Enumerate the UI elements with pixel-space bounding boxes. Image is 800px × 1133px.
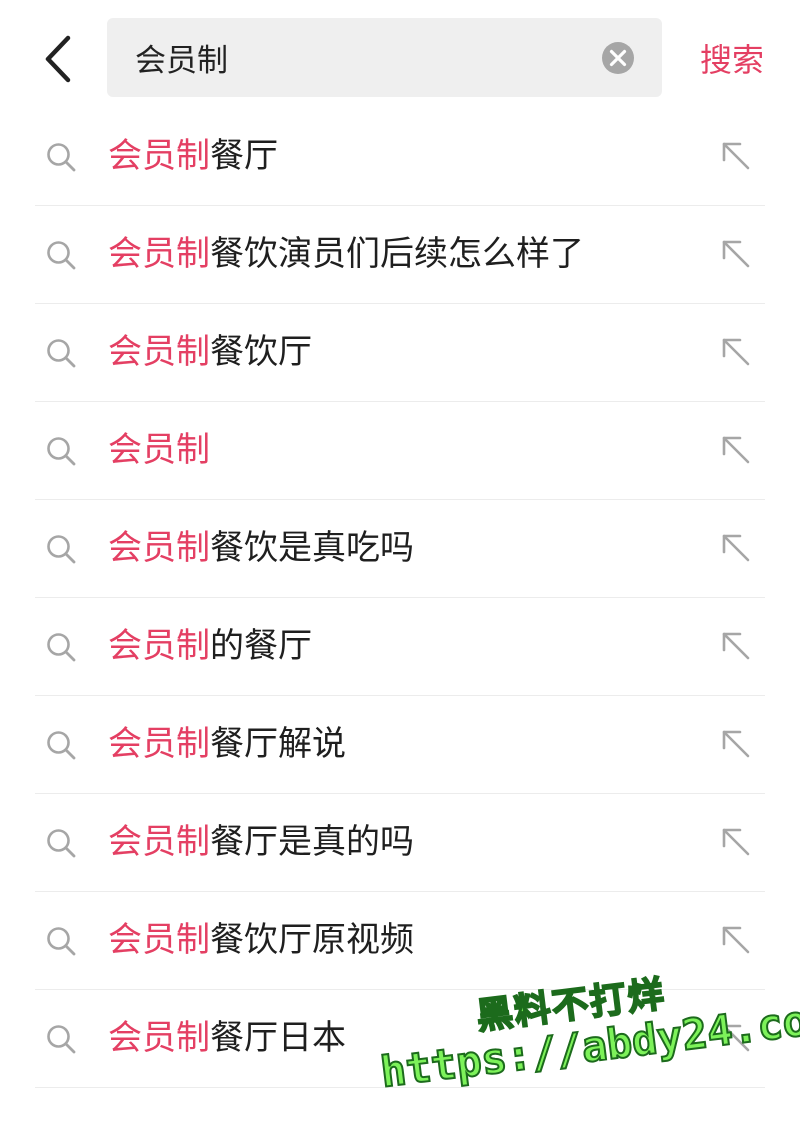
suggestion-item[interactable]: 会员制餐饮厅原视频 — [35, 892, 765, 990]
suggestion-text: 会员制餐厅解说 — [108, 696, 346, 793]
suggestion-text: 会员制餐厅日本 — [108, 990, 346, 1087]
suggestion-item[interactable]: 会员制餐厅 — [35, 108, 765, 206]
suggestion-item[interactable]: 会员制餐厅日本 — [35, 990, 765, 1088]
arrow-up-left-icon[interactable] — [718, 922, 754, 958]
suggestion-item[interactable]: 会员制餐饮演员们后续怎么样了 — [35, 206, 765, 304]
arrow-up-left-icon[interactable] — [718, 334, 754, 370]
search-submit-button[interactable]: 搜索 — [690, 30, 774, 86]
suggestion-rest: 餐饮厅原视频 — [210, 920, 414, 960]
suggestion-item[interactable]: 会员制餐厅解说 — [35, 696, 765, 794]
suggestion-item[interactable]: 会员制餐饮是真吃吗 — [35, 500, 765, 598]
arrow-up-left-icon[interactable] — [718, 1020, 754, 1056]
suggestion-rest: 餐厅解说 — [210, 724, 346, 764]
chevron-left-icon — [45, 35, 71, 83]
suggestion-highlight: 会员制 — [108, 332, 210, 372]
suggestion-list: 会员制餐厅 会员制餐饮演员们后续怎么样了 会员制餐饮厅 会员制 会员制餐饮是真吃吗 会员制… — [35, 108, 765, 1088]
suggestion-rest: 的餐厅 — [210, 626, 312, 666]
suggestion-highlight: 会员制 — [108, 528, 210, 568]
search-icon — [47, 339, 76, 368]
suggestion-highlight: 会员制 — [108, 1018, 210, 1058]
back-button[interactable] — [30, 28, 86, 90]
arrow-up-left-icon[interactable] — [718, 138, 754, 174]
suggestion-item[interactable]: 会员制餐厅是真的吗 — [35, 794, 765, 892]
clear-button[interactable] — [600, 40, 636, 76]
suggestion-text: 会员制餐饮是真吃吗 — [108, 500, 414, 597]
suggestion-highlight: 会员制 — [108, 234, 210, 274]
suggestion-rest: 餐厅日本 — [210, 1018, 346, 1058]
search-icon — [47, 143, 76, 172]
suggestion-highlight: 会员制 — [108, 136, 210, 176]
suggestion-text: 会员制餐饮厅原视频 — [108, 892, 414, 989]
suggestion-highlight: 会员制 — [108, 822, 210, 862]
suggestion-rest: 餐饮是真吃吗 — [210, 528, 414, 568]
suggestion-text: 会员制餐厅是真的吗 — [108, 794, 414, 891]
suggestion-text: 会员制 — [108, 402, 210, 499]
suggestion-text: 会员制的餐厅 — [108, 598, 312, 695]
suggestion-item[interactable]: 会员制的餐厅 — [35, 598, 765, 696]
suggestion-highlight: 会员制 — [108, 724, 210, 764]
suggestion-text: 会员制餐饮演员们后续怎么样了 — [108, 206, 584, 303]
search-icon — [47, 829, 76, 858]
arrow-up-left-icon[interactable] — [718, 236, 754, 272]
suggestion-text: 会员制餐厅 — [108, 108, 278, 205]
suggestion-text: 会员制餐饮厅 — [108, 304, 312, 401]
suggestion-highlight: 会员制 — [108, 626, 210, 666]
search-icon — [47, 731, 76, 760]
suggestion-item[interactable]: 会员制餐饮厅 — [35, 304, 765, 402]
clear-circle-icon — [602, 42, 634, 74]
suggestion-rest: 餐厅是真的吗 — [210, 822, 414, 862]
arrow-up-left-icon[interactable] — [718, 726, 754, 762]
search-icon — [47, 1025, 76, 1054]
suggestion-highlight: 会员制 — [108, 920, 210, 960]
search-icon — [47, 927, 76, 956]
suggestion-highlight: 会员制 — [108, 430, 210, 470]
search-box — [107, 18, 662, 97]
arrow-up-left-icon[interactable] — [718, 628, 754, 664]
arrow-up-left-icon[interactable] — [718, 432, 754, 468]
search-input[interactable] — [135, 18, 590, 97]
arrow-up-left-icon[interactable] — [718, 824, 754, 860]
suggestion-rest: 餐饮厅 — [210, 332, 312, 372]
suggestion-item[interactable]: 会员制 — [35, 402, 765, 500]
arrow-up-left-icon[interactable] — [718, 530, 754, 566]
search-icon — [47, 535, 76, 564]
suggestion-rest: 餐饮演员们后续怎么样了 — [210, 234, 584, 274]
search-icon — [47, 633, 76, 662]
search-icon — [47, 241, 76, 270]
suggestion-rest: 餐厅 — [210, 136, 278, 176]
search-bar: 搜索 — [0, 0, 800, 108]
search-icon — [47, 437, 76, 466]
